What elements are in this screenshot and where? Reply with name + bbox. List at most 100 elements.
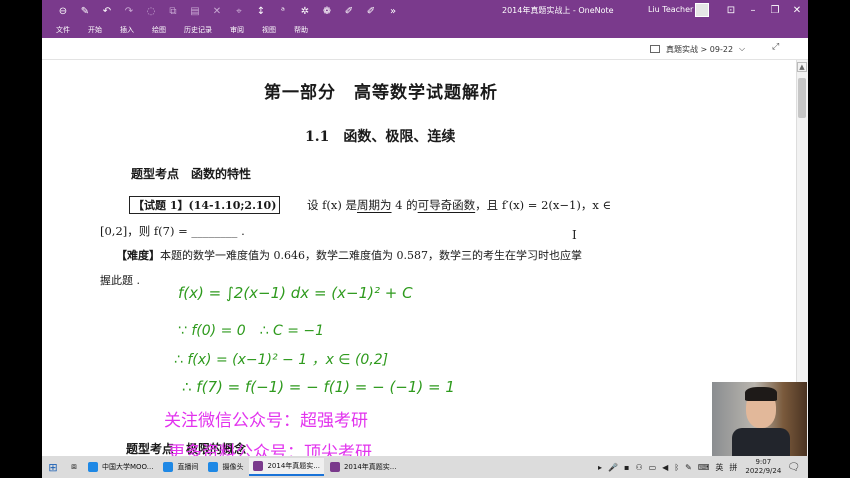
onenote-icon <box>329 462 340 472</box>
people-icon[interactable]: ⚇ <box>635 463 642 472</box>
taskbar-app-label: 2014年真题实... <box>343 463 397 471</box>
taskbar-app-label: 摄像头 <box>222 463 244 471</box>
color-wheel-icon[interactable]: ❁ <box>316 6 338 17</box>
close-icon[interactable]: ✕ <box>786 0 808 22</box>
keyboard-icon[interactable]: ⌨ <box>698 463 710 472</box>
topic-heading: 题型考点 函数的特性 <box>131 167 252 181</box>
expand-icon[interactable]: ⤢ <box>772 42 779 52</box>
tab-insert[interactable]: 插入 <box>120 25 134 35</box>
breadcrumb-text: 真题实战 > 09-22 <box>666 44 734 54</box>
question-line-2: [0,2]，则 f(7) = ________ . <box>100 224 245 238</box>
pen-color-icon[interactable]: ✲ <box>294 6 316 17</box>
pen-purple-icon[interactable]: ✐ <box>338 6 360 17</box>
taskbar-app-camera[interactable]: 摄像头 <box>204 458 247 476</box>
system-tray: ▸ 🎤 ▪ ⚇ ▭ ◀ ᛒ ✎ ⌨ 英 拼 9:07 2022/9/24 🗨 <box>592 456 800 478</box>
windows-start-icon[interactable]: ⊞ <box>42 461 64 474</box>
avatar[interactable] <box>695 3 709 17</box>
left-letterbox <box>0 0 42 478</box>
redo-icon[interactable]: ↷ <box>118 6 140 17</box>
scroll-thumb[interactable] <box>798 78 806 118</box>
taskbar-app-mooc[interactable]: 中国大学MOO... <box>84 458 157 476</box>
handwriting-line-1: f(x) = ∫2(x−1) dx = (x−1)² + C <box>178 284 413 302</box>
move-icon[interactable]: ↕ <box>250 6 272 17</box>
difficulty-text: 【难度】本题的数学一难度值为 0.646，数学二难度值为 0.587，数学三的考… <box>116 247 582 263</box>
clock-date: 2022/9/24 <box>745 467 782 475</box>
presenter-hair <box>745 387 777 401</box>
text-size-icon[interactable]: ᵃ <box>272 6 294 17</box>
question-underline-2: 可导奇函数 <box>417 198 476 212</box>
taskbar: ⊞ ⧈ 中国大学MOO... 直播间 摄像头 2014年真题实... 2014年… <box>42 456 808 478</box>
difficulty-label: 【难度】 <box>116 249 160 262</box>
select-icon[interactable]: ⌖ <box>228 6 250 17</box>
watermark-1: 关注微信公众号：超强考研 <box>164 411 368 431</box>
handwriting-line-3: ∴ f(x) = (x−1)² − 1 ，x ∈ (0,2] <box>174 352 389 368</box>
eraser-icon[interactable]: ✕ <box>206 6 228 17</box>
network-icon[interactable]: ▭ <box>649 463 657 472</box>
tab-home[interactable]: 开始 <box>88 25 102 35</box>
document-title: 2014年真题实战上 - OneNote <box>502 6 614 15</box>
webcam-overlay <box>712 382 807 456</box>
task-view-icon[interactable]: ⧈ <box>64 462 84 472</box>
pen-icon[interactable]: ✎ <box>685 463 692 472</box>
note-page[interactable]: 第一部分 高等数学试题解析 1.1 函数、极限、连续 题型考点 函数的特性 【试… <box>42 60 794 456</box>
taskbar-app-onenote-2[interactable]: 2014年真题实... <box>326 458 401 476</box>
question-text: 设 f(x) 是周期为 4 的可导奇函数，且 f′(x) = 2(x−1)，x … <box>307 197 611 213</box>
onenote-tray-icon[interactable]: ▪ <box>624 463 629 472</box>
pen-icon[interactable]: ✎ <box>74 6 96 17</box>
highlighter-icon[interactable]: ✐ <box>360 6 382 17</box>
back-icon[interactable]: ⊖ <box>52 6 74 17</box>
taskbar-app-label: 直播间 <box>177 463 199 471</box>
minimize-icon[interactable]: – <box>742 0 764 22</box>
question-prefix: 设 f(x) 是 <box>307 198 358 212</box>
tab-review[interactable]: 审阅 <box>230 25 244 35</box>
presenter-body <box>732 428 790 456</box>
watermark-2: 更多资料公众号：顶尖考研 <box>168 443 372 456</box>
tab-history[interactable]: 历史记录 <box>184 25 212 35</box>
taskbar-app-label: 中国大学MOO... <box>102 463 154 471</box>
question-suffix: ，且 f′(x) = 2(x−1)，x ∈ <box>475 198 611 212</box>
ribbon-display-icon[interactable]: ⊡ <box>720 0 742 22</box>
quick-access-toolbar: ⊖ ✎ ↶ ↷ ◌ ⧉ ▤ ✕ ⌖ ↕ ᵃ ✲ ❁ ✐ ✐ » <box>42 6 404 17</box>
app-icon <box>208 462 219 472</box>
handwriting-line-2: ∵ f(0) = 0 ∴ C = −1 <box>178 323 325 339</box>
clock-time: 9:07 <box>755 458 772 466</box>
taskbar-app-onenote-1[interactable]: 2014年真题实... <box>249 458 324 476</box>
navigation-bar: 真题实战 > 09-22 ⌵ ⤢ <box>42 38 808 60</box>
microphone-icon[interactable]: 🎤 <box>608 463 618 472</box>
taskbar-app-live[interactable]: 直播间 <box>159 458 202 476</box>
lasso-icon[interactable]: ◌ <box>140 6 162 17</box>
copy-icon[interactable]: ⧉ <box>162 6 184 17</box>
tab-view[interactable]: 视图 <box>262 25 276 35</box>
scroll-up-icon[interactable]: ▲ <box>797 62 807 72</box>
tab-help[interactable]: 帮助 <box>294 25 308 35</box>
notification-icon[interactable]: 🗨 <box>787 462 800 473</box>
breadcrumb[interactable]: 真题实战 > 09-22 ⌵ <box>650 42 745 56</box>
onenote-icon <box>253 461 264 471</box>
app-icon <box>163 462 174 472</box>
section-title: 1.1 函数、极限、连续 <box>305 129 456 145</box>
difficulty-text-2: 握此题 . <box>100 274 140 287</box>
restore-icon[interactable]: ❐ <box>764 0 786 22</box>
right-letterbox <box>808 0 850 478</box>
speaker-icon[interactable]: ◀ <box>662 463 668 472</box>
app-tray-icon[interactable]: ▸ <box>598 463 602 472</box>
notebook-icon <box>650 45 660 53</box>
tab-draw[interactable]: 绘图 <box>152 25 166 35</box>
bluetooth-icon[interactable]: ᛒ <box>674 463 679 472</box>
question-mid: 4 的 <box>391 198 418 212</box>
handwriting-line-4: ∴ f(7) = f(−1) = − f(1) = − (−1) = 1 <box>182 378 455 396</box>
question-label: 【试题 1】(14-1.10;2.10) <box>129 196 281 214</box>
question-underline-1: 周期为 <box>357 198 392 212</box>
clock[interactable]: 9:07 2022/9/24 <box>745 458 781 476</box>
user-name[interactable]: Liu Teacher <box>648 5 693 14</box>
difficulty-body: 本题的数学一难度值为 0.646，数学二难度值为 0.587，数学三的考生在学习… <box>160 249 582 262</box>
chevron-down-icon[interactable]: ⌵ <box>739 44 745 54</box>
title-bar: ⊖ ✎ ↶ ↷ ◌ ⧉ ▤ ✕ ⌖ ↕ ᵃ ✲ ❁ ✐ ✐ » 2014年真题实… <box>42 0 808 22</box>
ime-mode[interactable]: 拼 <box>729 462 737 473</box>
tab-file[interactable]: 文件 <box>56 25 70 35</box>
paste-icon[interactable]: ▤ <box>184 6 206 17</box>
text-cursor-icon: I <box>572 228 577 242</box>
ime-indicator[interactable]: 英 <box>715 462 723 473</box>
more-icon[interactable]: » <box>382 6 404 17</box>
undo-icon[interactable]: ↶ <box>96 6 118 17</box>
